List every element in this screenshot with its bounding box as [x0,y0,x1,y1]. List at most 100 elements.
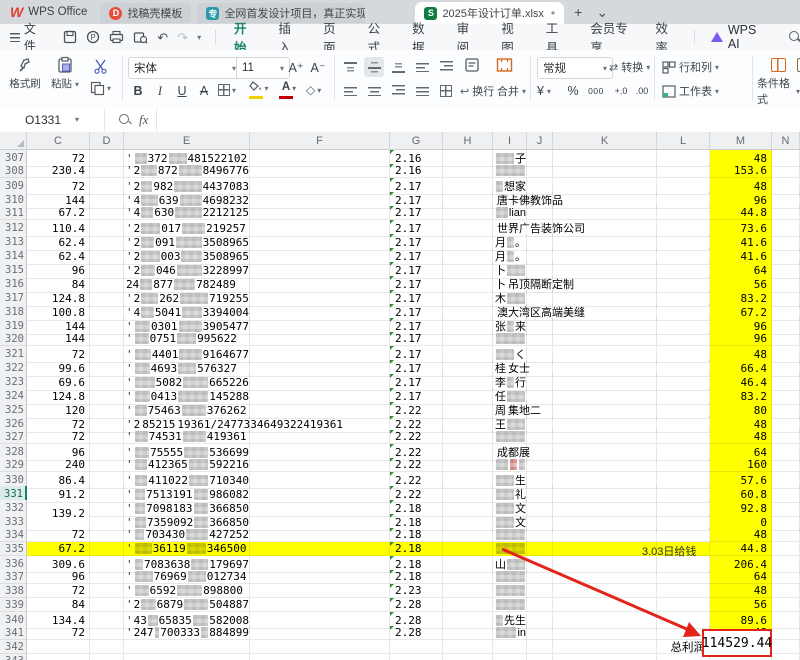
cell[interactable] [657,164,710,178]
redo-icon[interactable]: ↷ [177,31,188,44]
column-header-E[interactable]: E [124,132,250,150]
copy-button[interactable]: ▾ [90,81,111,96]
row-header[interactable]: 320 [0,332,27,346]
align-center-button[interactable] [364,81,384,101]
cell[interactable] [493,332,527,346]
cell[interactable] [250,458,390,472]
cell[interactable] [250,430,390,444]
cell[interactable]: ' 4 630 2212125 [124,206,250,220]
row-header[interactable]: 337 [0,570,27,584]
font-color-button[interactable]: A ▾ [276,81,302,101]
cell[interactable] [90,164,124,178]
cell[interactable] [90,542,124,556]
cell[interactable]: ' 247 700333 884899 [124,626,250,640]
cell[interactable]: 72 [27,528,90,542]
cell[interactable] [527,640,553,654]
cell[interactable]: 144 [27,332,90,346]
cell[interactable]: ' 36119 346500 [124,542,250,556]
formula-input[interactable] [157,108,800,132]
cell[interactable]: 96 [710,332,772,346]
cell[interactable]: 2.18 [390,570,443,584]
column-header-C[interactable]: C [27,132,90,150]
cell[interactable] [527,206,553,220]
strikethrough-button[interactable]: A [194,81,214,101]
cell[interactable]: 230.4 [27,164,90,178]
cell[interactable]: 2.23 [390,584,443,598]
cell[interactable] [553,626,657,640]
cell[interactable] [657,598,710,612]
convert-button[interactable]: ⇄ 转换 ▾ [609,57,650,77]
cell[interactable] [772,528,800,542]
cell[interactable] [443,598,493,612]
cell[interactable] [250,584,390,598]
cell[interactable]: 48 [710,528,772,542]
cell[interactable] [772,206,800,220]
cell[interactable]: 2.28 [390,626,443,640]
cell[interactable] [250,542,390,556]
format-painter-button[interactable]: 格式刷 [6,55,44,91]
cell[interactable]: 72 [27,430,90,444]
print-preview-icon[interactable] [133,30,148,44]
cell[interactable] [250,164,390,178]
cell[interactable] [657,528,710,542]
cell[interactable] [250,528,390,542]
paste-button[interactable]: 粘贴 ▾ [46,55,84,91]
cell[interactable] [90,528,124,542]
cell[interactable] [657,654,710,660]
cell[interactable]: lian [493,206,527,220]
cell[interactable] [553,332,657,346]
cell[interactable] [493,570,527,584]
increase-decimal-button[interactable]: +.0 [611,81,631,101]
cell[interactable]: 153.6 [710,164,772,178]
cell[interactable] [527,528,553,542]
font-name-select[interactable]: 宋体 ▾ [128,57,242,79]
export-pdf-icon[interactable]: P [86,30,100,44]
cond-format-big-icon[interactable] [768,55,788,75]
cell[interactable] [772,654,800,660]
cell[interactable] [553,206,657,220]
doc-tab-template-store[interactable]: D 找稿壳模板 [100,3,192,23]
cell[interactable] [90,598,124,612]
cell[interactable] [443,458,493,472]
cell[interactable] [443,528,493,542]
cell[interactable]: ' 703430 427252 [124,528,250,542]
decrease-font-button[interactable]: A⁻ [308,57,328,77]
fx-icon[interactable]: fx [139,112,148,128]
column-header-M[interactable]: M [710,132,772,150]
row-header[interactable]: 335 [0,542,27,556]
cell[interactable] [27,654,90,660]
cell[interactable]: 2.16 [390,164,443,178]
cell[interactable] [710,654,772,660]
row-header[interactable]: 338 [0,584,27,598]
cell[interactable] [250,640,390,654]
cell[interactable] [772,458,800,472]
cell[interactable] [553,654,657,660]
cell[interactable]: 160 [710,458,772,472]
cell[interactable] [527,584,553,598]
cell[interactable]: 总利润 [657,640,710,654]
cell[interactable]: ' 2 6879 504887 [124,598,250,612]
cell[interactable]: 96 [27,570,90,584]
cell[interactable] [443,570,493,584]
cell[interactable] [772,332,800,346]
save-icon[interactable] [63,30,77,44]
cell[interactable] [772,626,800,640]
file-menu-button[interactable]: 文件 [0,20,55,54]
cell[interactable] [772,164,800,178]
cell[interactable] [772,430,800,444]
column-header-G[interactable]: G [390,132,443,150]
currency-button[interactable]: ¥ ▾ [537,81,551,101]
cell[interactable] [527,164,553,178]
percent-button[interactable]: % [563,81,583,101]
cell[interactable] [527,654,553,660]
column-header-D[interactable]: D [90,132,124,150]
cell[interactable]: 2.22 [390,430,443,444]
cell[interactable] [90,570,124,584]
cell[interactable] [390,640,443,654]
cell[interactable]: 67.2 [27,206,90,220]
cell[interactable]: 2.28 [390,598,443,612]
cell[interactable] [443,626,493,640]
decrease-decimal-button[interactable]: .00 [632,81,652,101]
worksheet-button[interactable]: 工作表 ▾ [662,81,719,101]
italic-button[interactable]: I [150,81,170,101]
